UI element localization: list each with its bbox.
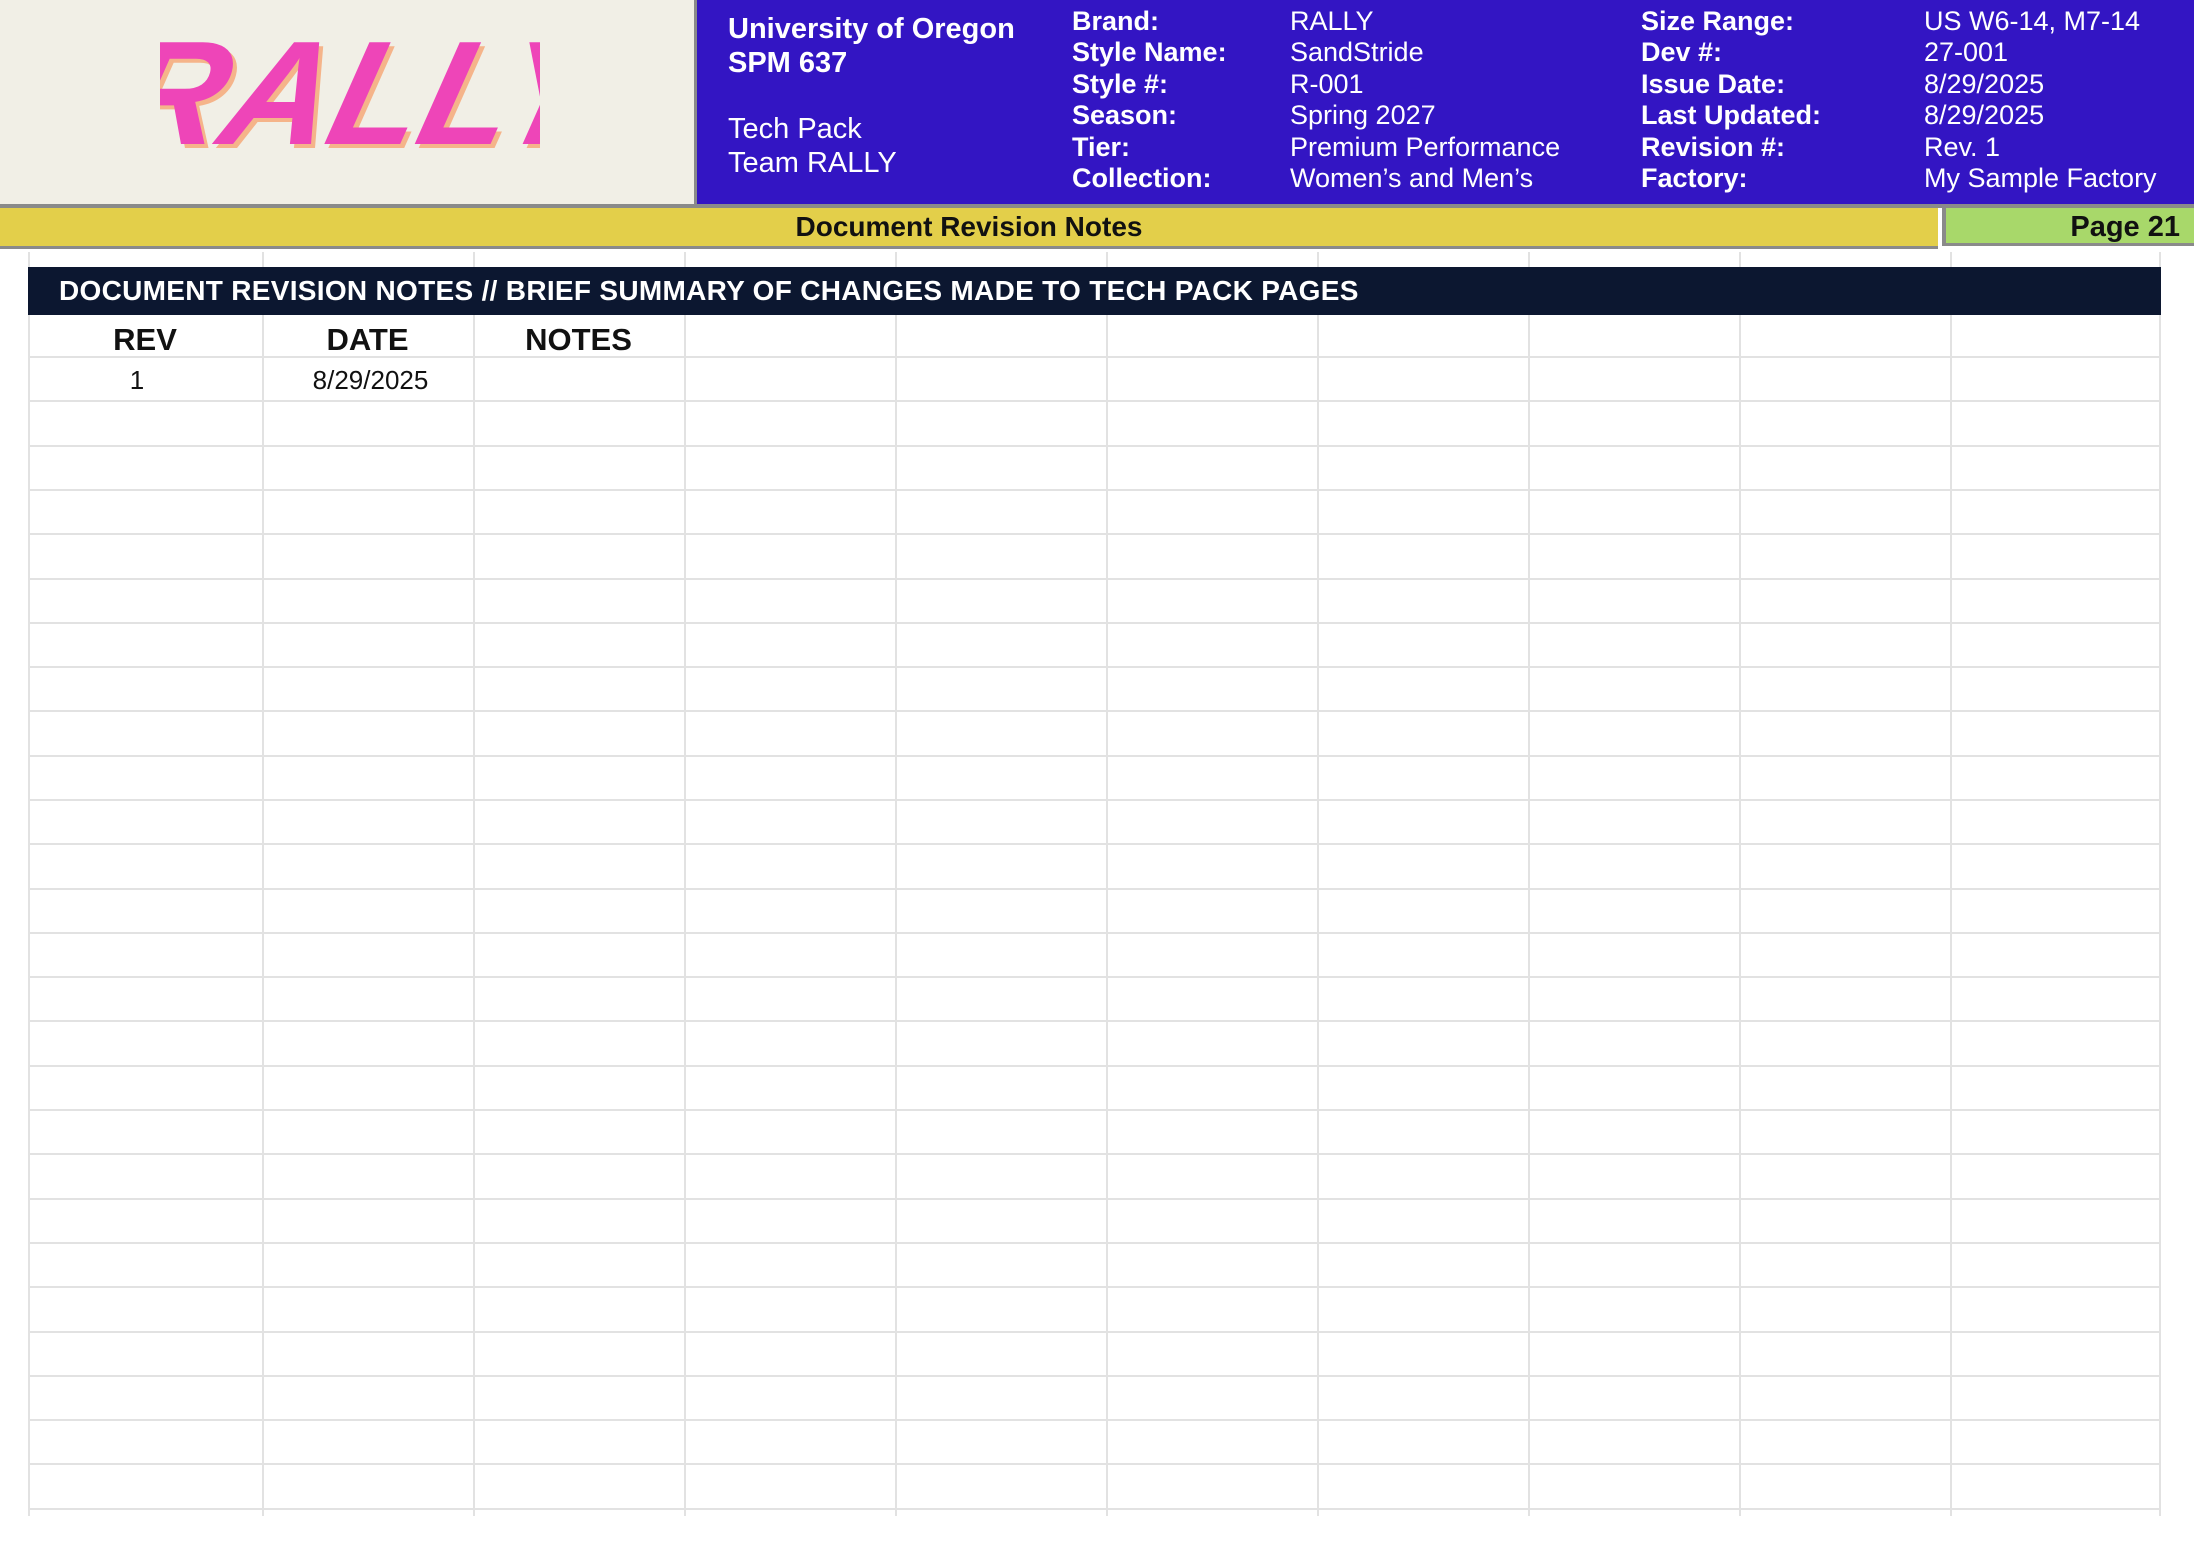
field-label-season: Season:: [1072, 100, 1178, 131]
grid-column-line: [2159, 252, 2161, 1516]
grid-row-line: [28, 489, 2161, 491]
column-header-notes: NOTES: [525, 322, 632, 357]
grid-row-line: [28, 799, 2161, 801]
field-label-factory: Factory:: [1641, 162, 1748, 193]
grid-column-line: [1317, 252, 1319, 1516]
grid-row-line: [28, 843, 2161, 845]
grid-row-line: [28, 1463, 2161, 1465]
field-value-revision: Rev. 1: [1924, 131, 2001, 162]
grid-row-line: [28, 1153, 2161, 1155]
table-title: DOCUMENT REVISION NOTES // BRIEF SUMMARY…: [28, 267, 2161, 315]
fields-left-labels: Brand: Style Name: Style #: Season: Tier…: [1072, 6, 1227, 194]
grid-row-line: [28, 1020, 2161, 1022]
course-code: SPM 637: [728, 47, 848, 79]
grid-column-line: [473, 252, 475, 1516]
field-value-style-number: R-001: [1290, 68, 1364, 99]
field-value-season: Spring 2027: [1290, 100, 1436, 131]
grid-row-line: [28, 710, 2161, 712]
field-label-style-name: Style Name:: [1072, 37, 1227, 68]
grid-column-line: [28, 252, 30, 1516]
field-value-factory: My Sample Factory: [1924, 162, 2157, 193]
fields-right-values: US W6-14, M7-14 27-001 8/29/2025 8/29/20…: [1924, 6, 2157, 194]
grid-row-line: [28, 976, 2161, 978]
field-value-collection: Women’s and Men’s: [1290, 162, 1534, 193]
grid-row-line: [28, 445, 2161, 447]
grid-row-line: [28, 1109, 2161, 1111]
row-1-date[interactable]: 8/29/2025: [262, 362, 479, 398]
grid-row-line: [28, 666, 2161, 668]
grid-row-line: [28, 932, 2161, 934]
grid-row-line: [28, 400, 2161, 402]
info-panel: University of Oregon SPM 637 Tech Pack T…: [697, 0, 2194, 204]
fields-right-labels: Size Range: Dev #: Issue Date: Last Upda…: [1641, 6, 1821, 194]
field-value-size-range: US W6-14, M7-14: [1924, 6, 2141, 36]
grid-column-line: [1528, 252, 1530, 1516]
logo-panel: RALLY RALLY: [0, 0, 697, 204]
grid-row-line: [28, 1065, 2161, 1067]
grid-row-line: [28, 533, 2161, 535]
column-header-rev: REV: [113, 322, 177, 357]
field-value-tier: Premium Performance: [1290, 131, 1561, 162]
field-label-collection: Collection:: [1072, 162, 1212, 193]
grid-column-line: [684, 252, 686, 1516]
grid-row-line: [28, 1508, 2161, 1510]
column-header-date: DATE: [326, 322, 409, 357]
field-label-revision: Revision #:: [1641, 131, 1786, 162]
field-label-dev-number: Dev #:: [1641, 37, 1723, 68]
fields-left-values: RALLY SandStride R-001 Spring 2027 Premi…: [1290, 6, 1560, 194]
grid-column-line: [1739, 252, 1741, 1516]
logo-text: RALLY: [160, 20, 540, 170]
field-value-brand: RALLY: [1290, 6, 1374, 36]
grid-row-line: [28, 755, 2161, 757]
grid-column-line: [1106, 252, 1108, 1516]
university-name: University of Oregon: [728, 13, 1015, 45]
grid-column-line: [1950, 252, 1952, 1516]
grid-row-line: [28, 888, 2161, 890]
grid-row-line: [28, 622, 2161, 624]
field-label-size-range: Size Range:: [1641, 6, 1795, 36]
grid-column-line: [262, 252, 264, 1516]
field-label-style-number: Style #:: [1072, 68, 1169, 99]
field-label-issue-date: Issue Date:: [1641, 68, 1786, 99]
team-name: Team RALLY: [728, 147, 897, 179]
section-title-bar: Document Revision Notes: [0, 208, 1938, 249]
field-value-last-updated: 8/29/2025: [1924, 100, 2045, 131]
grid-row-line: [28, 1331, 2161, 1333]
field-label-tier: Tier:: [1072, 131, 1131, 162]
grid-row-line: [28, 1419, 2161, 1421]
revision-grid[interactable]: [28, 252, 2161, 1516]
field-label-last-updated: Last Updated:: [1641, 100, 1822, 131]
field-value-style-name: SandStride: [1290, 37, 1424, 68]
field-value-dev-number: 27-001: [1924, 37, 2009, 68]
grid-column-line: [895, 252, 897, 1516]
grid-row-line: [28, 1286, 2161, 1288]
row-1-rev[interactable]: 1: [28, 362, 246, 398]
grid-row-line: [28, 1375, 2161, 1377]
grid-row-line: [28, 578, 2161, 580]
rally-logo: RALLY RALLY: [160, 20, 540, 170]
field-value-issue-date: 8/29/2025: [1924, 68, 2045, 99]
doc-type: Tech Pack: [728, 113, 862, 145]
grid-row-line: [28, 1198, 2161, 1200]
page-number: Page 21: [1942, 208, 2194, 246]
field-label-brand: Brand:: [1072, 6, 1159, 36]
grid-row-line: [28, 1242, 2161, 1244]
